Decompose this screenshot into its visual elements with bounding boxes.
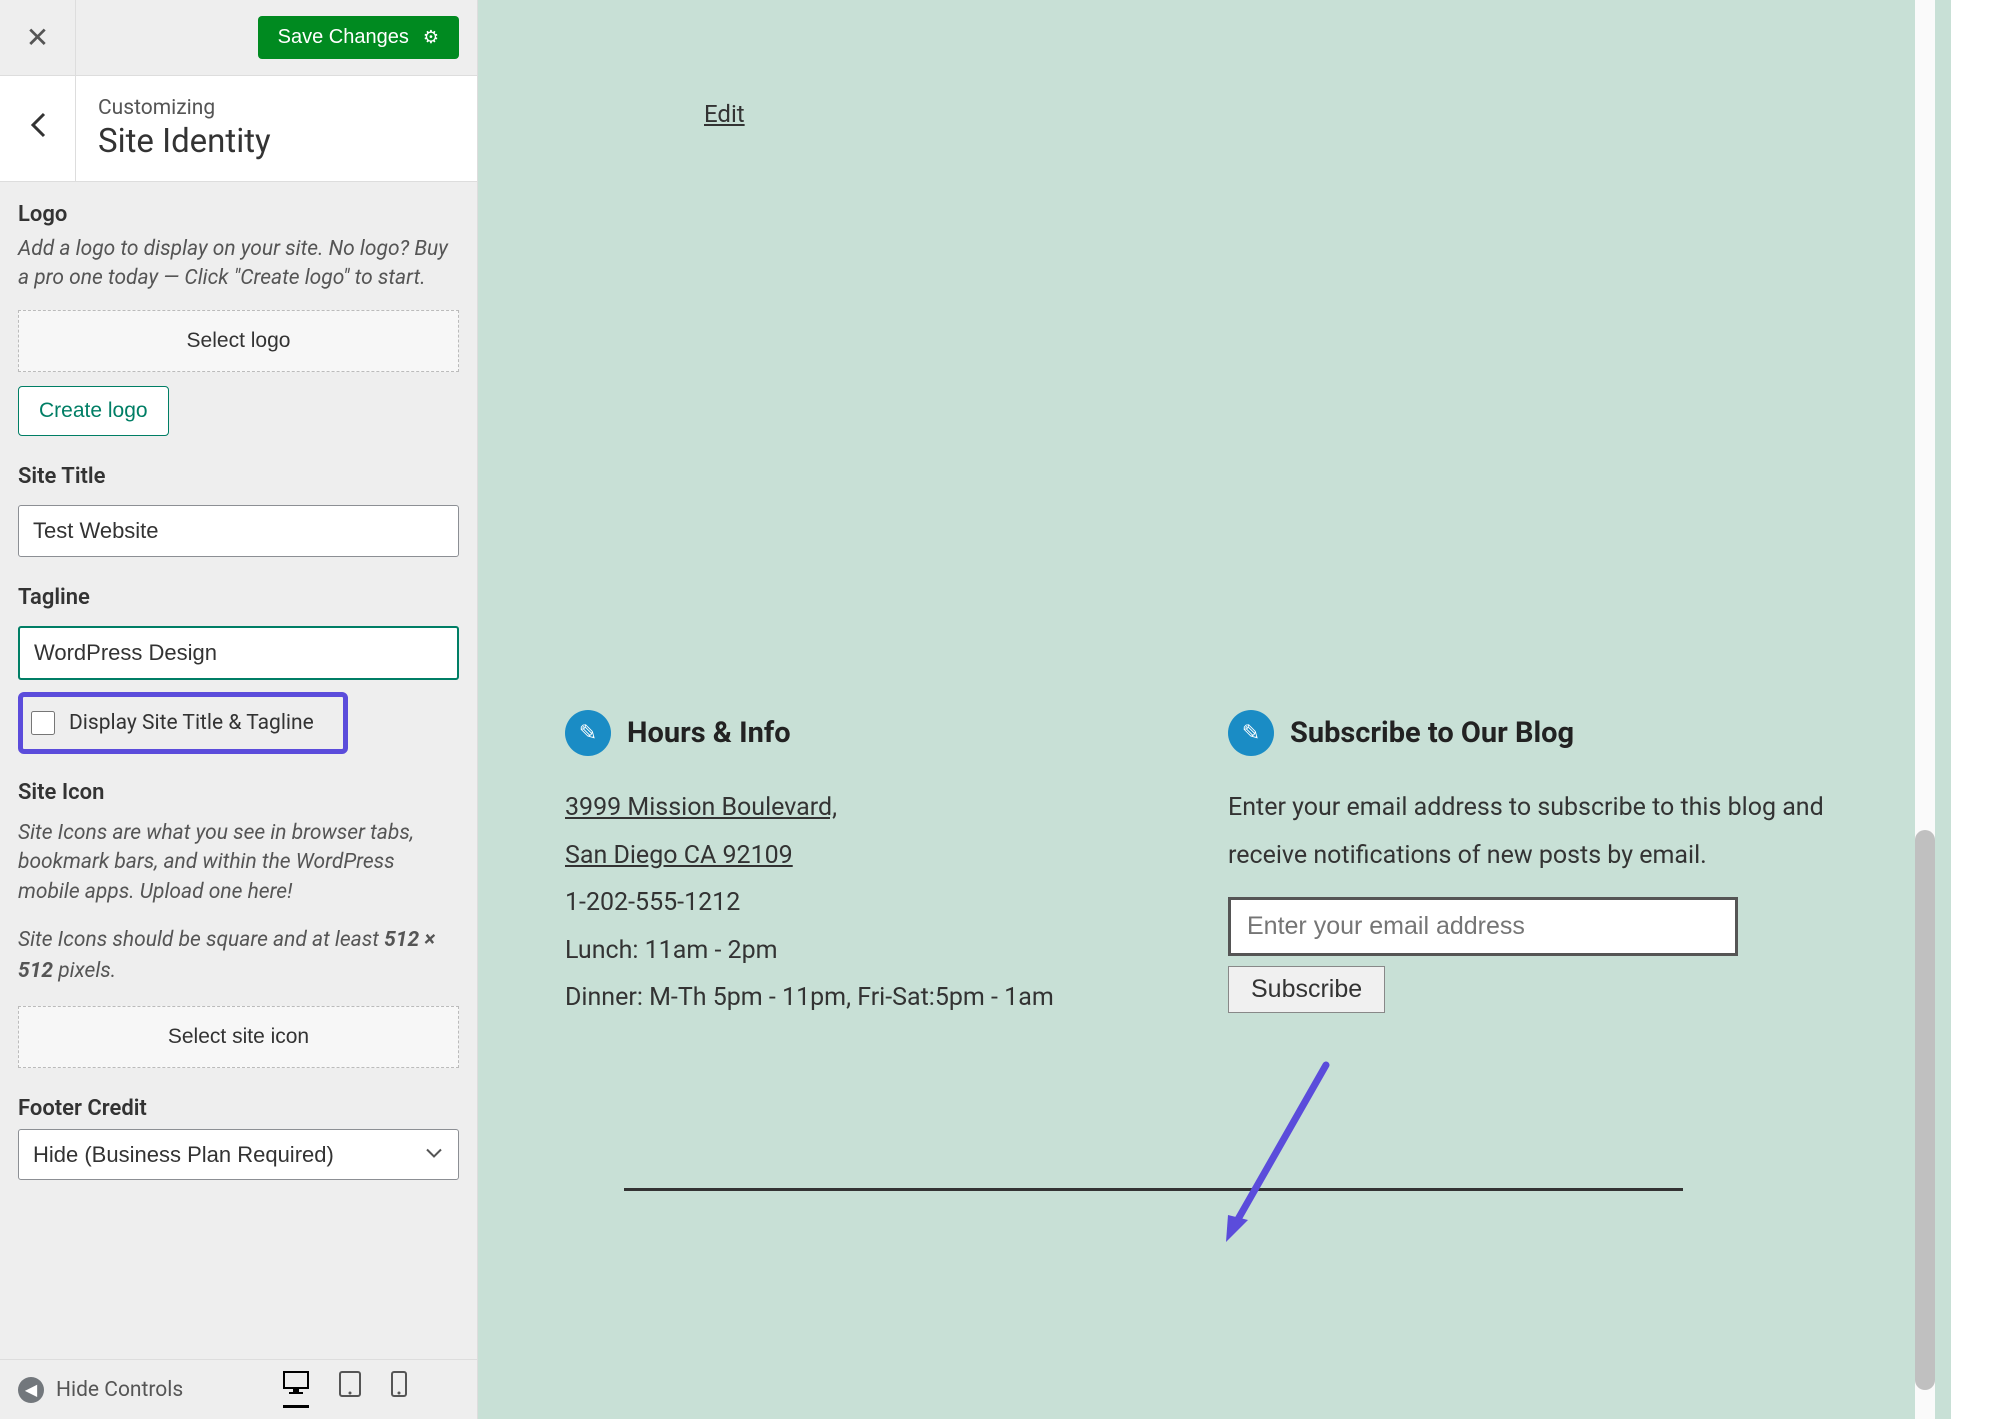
subscribe-desc: Enter your email address to subscribe to… — [1228, 784, 1851, 879]
hours-widget-header: ✎ Hours & Info — [565, 710, 1188, 756]
subscribe-widget-body: Enter your email address to subscribe to… — [1228, 784, 1851, 1014]
site-icon-desc1: Site Icons are what you see in browser t… — [18, 819, 459, 907]
customizing-label: Customizing — [98, 96, 271, 120]
horizontal-divider — [624, 1188, 1683, 1191]
footer-credit-select-wrapper: Hide (Business Plan Required) — [18, 1129, 459, 1180]
gear-icon: ⚙ — [423, 27, 439, 48]
customizer-sidebar: ✕ Save Changes ⚙ Customizing Site Identi… — [0, 0, 478, 1419]
logo-section: Logo Add a logo to display on your site.… — [18, 202, 459, 436]
hide-controls-button[interactable]: ◀ Hide Controls — [18, 1377, 183, 1403]
tagline-section: Tagline — [18, 585, 459, 680]
sidebar-header: Customizing Site Identity — [0, 76, 477, 182]
collapse-left-icon: ◀ — [18, 1377, 44, 1403]
header-text: Customizing Site Identity — [76, 96, 271, 161]
back-button[interactable] — [0, 76, 76, 182]
display-title-tagline-label: Display Site Title & Tagline — [69, 711, 314, 735]
subscribe-button[interactable]: Subscribe — [1228, 966, 1385, 1013]
phone-number: 1-202-555-1212 — [565, 879, 1188, 927]
display-title-tagline-checkbox[interactable] — [31, 711, 55, 735]
dinner-hours: Dinner: M-Th 5pm - 11pm, Fri-Sat:5pm - 1… — [565, 974, 1188, 1022]
sidebar-top-bar: ✕ Save Changes ⚙ — [0, 0, 477, 76]
device-switcher — [283, 1371, 407, 1408]
right-strip — [1951, 0, 1999, 1419]
pencil-icon[interactable]: ✎ — [565, 710, 611, 756]
site-title-input[interactable] — [18, 505, 459, 557]
address-line1[interactable]: 3999 Mission Boulevard, — [565, 793, 837, 822]
hours-info-widget: ✎ Hours & Info 3999 Mission Boulevard, S… — [565, 710, 1188, 1022]
hours-widget-body: 3999 Mission Boulevard, San Diego CA 921… — [565, 784, 1188, 1022]
hours-widget-title: Hours & Info — [627, 716, 791, 750]
mobile-icon[interactable] — [391, 1371, 407, 1408]
display-title-tagline-row[interactable]: Display Site Title & Tagline — [18, 692, 348, 754]
pencil-icon[interactable]: ✎ — [1228, 710, 1274, 756]
sidebar-content: Logo Add a logo to display on your site.… — [0, 182, 477, 1359]
logo-desc: Add a logo to display on your site. No l… — [18, 235, 459, 294]
tablet-icon[interactable] — [339, 1371, 361, 1408]
subscribe-widget: ✎ Subscribe to Our Blog Enter your email… — [1228, 710, 1851, 1022]
preview-scrollbar[interactable] — [1915, 0, 1935, 1419]
footer-credit-label: Footer Credit — [18, 1096, 459, 1121]
logo-label: Logo — [18, 202, 459, 227]
site-icon-desc2: Site Icons should be square and at least… — [18, 925, 459, 988]
section-title: Site Identity — [98, 122, 271, 161]
site-title-label: Site Title — [18, 464, 459, 489]
create-logo-button[interactable]: Create logo — [18, 386, 169, 436]
save-changes-button[interactable]: Save Changes ⚙ — [258, 16, 459, 59]
select-logo-button[interactable]: Select logo — [18, 310, 459, 372]
app-root: ✕ Save Changes ⚙ Customizing Site Identi… — [0, 0, 1999, 1419]
site-icon-label: Site Icon — [18, 780, 459, 805]
tagline-label: Tagline — [18, 585, 459, 610]
site-icon-section: Site Icon Site Icons are what you see in… — [18, 780, 459, 1068]
tagline-input[interactable] — [18, 626, 459, 680]
preview-pane: Edit ✎ Hours & Info 3999 Mission Bouleva… — [478, 0, 1951, 1419]
edit-link[interactable]: Edit — [704, 100, 745, 128]
subscribe-widget-title: Subscribe to Our Blog — [1290, 716, 1574, 750]
desktop-icon[interactable] — [283, 1371, 309, 1408]
site-icon-desc2-post: pixels. — [53, 959, 116, 983]
arrow-annotation — [1218, 1060, 1338, 1254]
preview-widgets: ✎ Hours & Info 3999 Mission Boulevard, S… — [565, 710, 1851, 1022]
sidebar-footer: ◀ Hide Controls — [0, 1359, 477, 1419]
site-icon-desc2-pre: Site Icons should be square and at least — [18, 928, 384, 952]
close-button[interactable]: ✕ — [0, 0, 76, 76]
lunch-hours: Lunch: 11am - 2pm — [565, 927, 1188, 975]
chevron-left-icon — [30, 111, 46, 146]
site-title-section: Site Title — [18, 464, 459, 557]
select-site-icon-button[interactable]: Select site icon — [18, 1006, 459, 1068]
hide-controls-label: Hide Controls — [56, 1378, 183, 1402]
footer-credit-select[interactable]: Hide (Business Plan Required) — [18, 1129, 459, 1180]
footer-credit-section: Footer Credit Hide (Business Plan Requir… — [18, 1096, 459, 1180]
close-icon: ✕ — [26, 21, 49, 54]
email-input[interactable] — [1228, 897, 1738, 956]
save-button-label: Save Changes — [278, 26, 409, 49]
scrollbar-thumb[interactable] — [1915, 830, 1935, 1390]
subscribe-widget-header: ✎ Subscribe to Our Blog — [1228, 710, 1851, 756]
address-line2[interactable]: San Diego CA 92109 — [565, 841, 793, 870]
